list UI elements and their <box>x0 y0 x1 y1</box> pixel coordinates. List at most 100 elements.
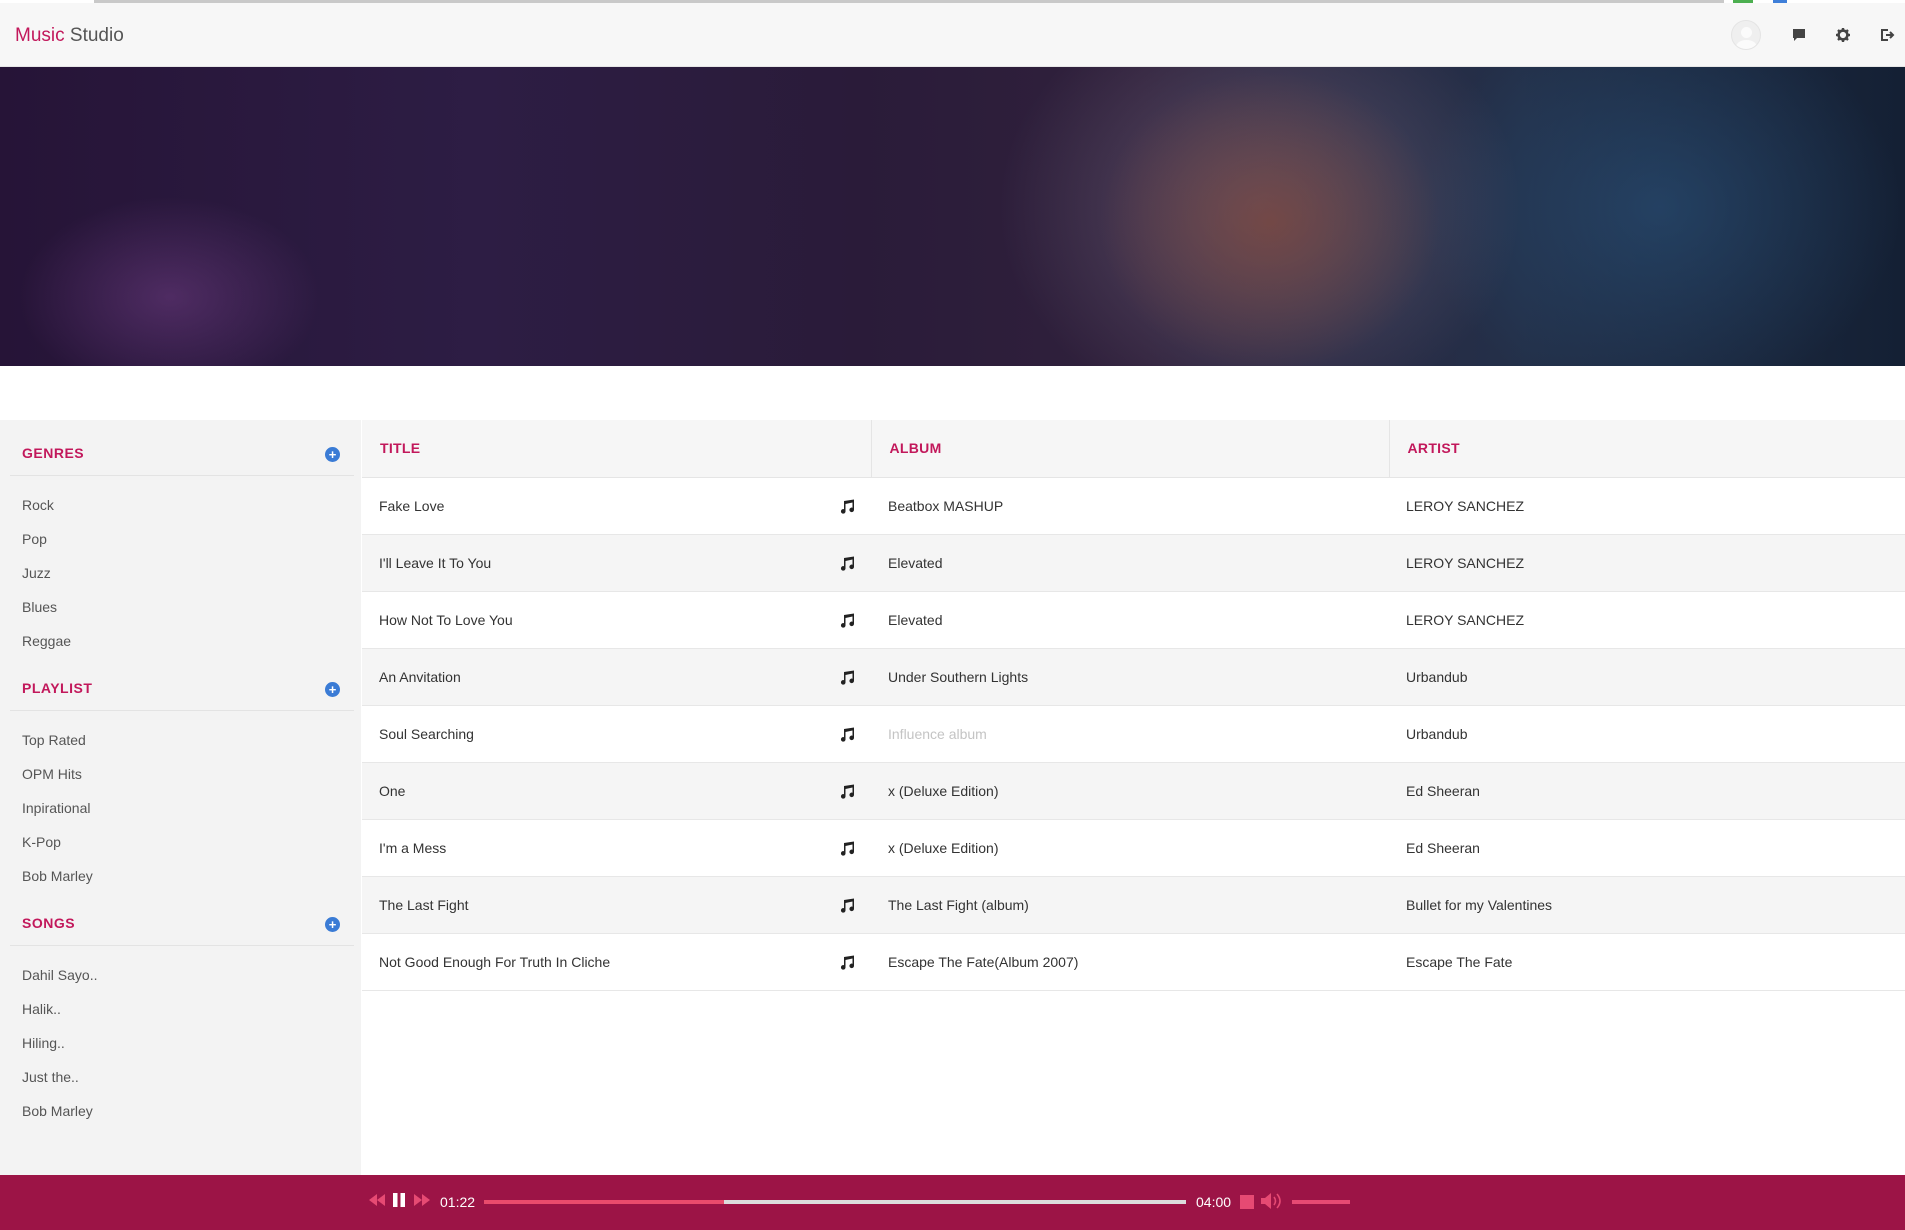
add-playlist-button[interactable]: + <box>325 682 340 697</box>
music-note-icon[interactable] <box>839 726 855 742</box>
sidebar-item-playlist[interactable]: K-Pop <box>0 825 361 859</box>
sidebar-section-header: PLAYLIST + <box>10 655 354 711</box>
section-title-songs: SONGS <box>22 915 76 931</box>
table-row[interactable]: Not Good Enough For Truth In Cliche Escap… <box>362 933 1905 990</box>
sidebar-item-song[interactable]: Dahil Sayo.. <box>0 958 361 992</box>
table-row[interactable]: The Last Fight The Last Fight (album) Bull… <box>362 876 1905 933</box>
avatar[interactable] <box>1731 20 1761 50</box>
track-artist: LEROY SANCHEZ <box>1406 554 1524 571</box>
sidebar-section-header: SONGS + <box>10 890 354 946</box>
music-note-icon[interactable] <box>839 555 855 571</box>
track-album: The Last Fight (album) <box>888 896 1029 913</box>
brand-accent: Music <box>15 25 65 46</box>
add-song-button[interactable]: + <box>325 917 340 932</box>
pause-icon[interactable] <box>391 1191 407 1214</box>
volume-slider[interactable] <box>1292 1200 1350 1204</box>
genre-list: Rock Pop Juzz Blues Reggae <box>0 476 361 658</box>
track-album: Elevated <box>888 611 943 628</box>
table-body: Fake Love Beatbox MASHUP LEROY SANCHEZ I'll… <box>362 477 1905 990</box>
track-artist: Ed Sheeran <box>1406 782 1480 799</box>
header-actions <box>1731 17 1905 53</box>
track-album: x (Deluxe Edition) <box>888 839 999 856</box>
table-header-row: TITLE ALBUM ARTIST <box>362 420 1905 478</box>
volume-icon[interactable] <box>1259 1191 1283 1216</box>
chat-icon[interactable] <box>1789 25 1809 45</box>
track-artist: Ed Sheeran <box>1406 839 1480 856</box>
sidebar-item-genre[interactable]: Pop <box>0 522 361 556</box>
track-title: Not Good Enough For Truth In Cliche <box>379 953 611 970</box>
music-note-icon[interactable] <box>839 783 855 799</box>
music-note-icon[interactable] <box>839 669 855 685</box>
table-row[interactable]: Soul Searching Influence album Urbandub <box>362 705 1905 762</box>
table-row[interactable]: I'll Leave It To You Elevated LEROY SANCHE… <box>362 534 1905 591</box>
sidebar-item-playlist[interactable]: OPM Hits <box>0 757 361 791</box>
track-artist: LEROY SANCHEZ <box>1406 611 1524 628</box>
sidebar-section-header: GENRES + <box>10 420 354 476</box>
music-note-icon[interactable] <box>839 897 855 913</box>
track-album: Influence album <box>888 725 987 742</box>
sidebar-item-song[interactable]: Hiling.. <box>0 1026 361 1060</box>
track-title: Soul Searching <box>379 725 474 742</box>
fast-forward-icon[interactable] <box>413 1191 431 1214</box>
track-title: An Anvitation <box>379 668 461 685</box>
sidebar-item-song[interactable]: Halik.. <box>0 992 361 1026</box>
track-title: I'm a Mess <box>379 839 447 856</box>
track-title: How Not To Love You <box>379 611 513 628</box>
table-row[interactable]: Fake Love Beatbox MASHUP LEROY SANCHEZ <box>362 477 1905 534</box>
app-brand[interactable]: Music Studio <box>15 25 124 47</box>
logout-icon[interactable] <box>1877 25 1897 45</box>
track-album: Beatbox MASHUP <box>888 497 1004 514</box>
progress-bar[interactable] <box>484 1200 1186 1204</box>
sidebar-item-song[interactable]: Bob Marley <box>0 1094 361 1128</box>
banner-spacer <box>0 366 1905 420</box>
track-album: Escape The Fate(Album 2007) <box>888 953 1079 970</box>
stop-icon[interactable] <box>1240 1195 1254 1209</box>
table-row[interactable]: One x (Deluxe Edition) Ed Sheeran <box>362 762 1905 819</box>
track-artist: LEROY SANCHEZ <box>1406 497 1524 514</box>
table-row[interactable]: I'm a Mess x (Deluxe Edition) Ed Sheeran <box>362 819 1905 876</box>
brand-rest: Studio <box>64 25 124 46</box>
sidebar-section-songs: SONGS + Dahil Sayo.. Halik.. Hiling.. Ju… <box>0 890 361 1128</box>
audio-player: 01:22 04:00 <box>0 1175 1905 1230</box>
table-row[interactable]: An Anvitation Under Southern Lights Urband… <box>362 648 1905 705</box>
track-title-cell: Not Good Enough For Truth In Cliche <box>362 933 871 990</box>
track-title-cell: Fake Love <box>362 477 871 534</box>
track-title: The Last Fight <box>379 896 469 913</box>
hero-banner <box>0 67 1905 366</box>
sidebar-item-playlist[interactable]: Inpirational <box>0 791 361 825</box>
music-note-icon[interactable] <box>839 498 855 514</box>
sidebar: GENRES + Rock Pop Juzz Blues Reggae PLAY… <box>0 420 361 1175</box>
track-title-cell: I'm a Mess <box>362 819 871 876</box>
table-row[interactable]: How Not To Love You Elevated LEROY SANCHEZ <box>362 591 1905 648</box>
track-album: x (Deluxe Edition) <box>888 782 999 799</box>
section-title-playlist: PLAYLIST <box>22 680 93 696</box>
track-artist: Bullet for my Valentines <box>1406 896 1553 913</box>
track-title-cell: An Anvitation <box>362 648 871 705</box>
sidebar-item-playlist[interactable]: Bob Marley <box>0 859 361 893</box>
column-header-artist[interactable]: ARTIST <box>1388 420 1905 478</box>
song-list: Dahil Sayo.. Halik.. Hiling.. Just the..… <box>0 946 361 1128</box>
track-artist: Escape The Fate <box>1406 953 1513 970</box>
track-album: Under Southern Lights <box>888 668 1029 685</box>
music-note-icon[interactable] <box>839 954 855 970</box>
track-title-cell: One <box>362 762 871 819</box>
sidebar-item-song[interactable]: Just the.. <box>0 1060 361 1094</box>
music-note-icon[interactable] <box>839 612 855 628</box>
column-header-album[interactable]: ALBUM <box>870 420 1389 478</box>
sidebar-item-genre[interactable]: Reggae <box>0 624 361 658</box>
sidebar-item-genre[interactable]: Rock <box>0 488 361 522</box>
track-artist: Urbandub <box>1406 725 1468 742</box>
sidebar-item-playlist[interactable]: Top Rated <box>0 723 361 757</box>
add-genre-button[interactable]: + <box>325 447 340 462</box>
sidebar-item-genre[interactable]: Juzz <box>0 556 361 590</box>
track-album: Elevated <box>888 554 943 571</box>
progress-fill <box>484 1200 725 1204</box>
track-title: Fake Love <box>379 497 445 514</box>
playlist-list: Top Rated OPM Hits Inpirational K-Pop Bo… <box>0 711 361 893</box>
music-note-icon[interactable] <box>839 840 855 856</box>
sidebar-item-genre[interactable]: Blues <box>0 590 361 624</box>
column-header-title[interactable]: TITLE <box>362 420 871 478</box>
gear-icon[interactable] <box>1833 25 1853 45</box>
track-title: One <box>379 782 406 799</box>
rewind-icon[interactable] <box>368 1191 386 1214</box>
